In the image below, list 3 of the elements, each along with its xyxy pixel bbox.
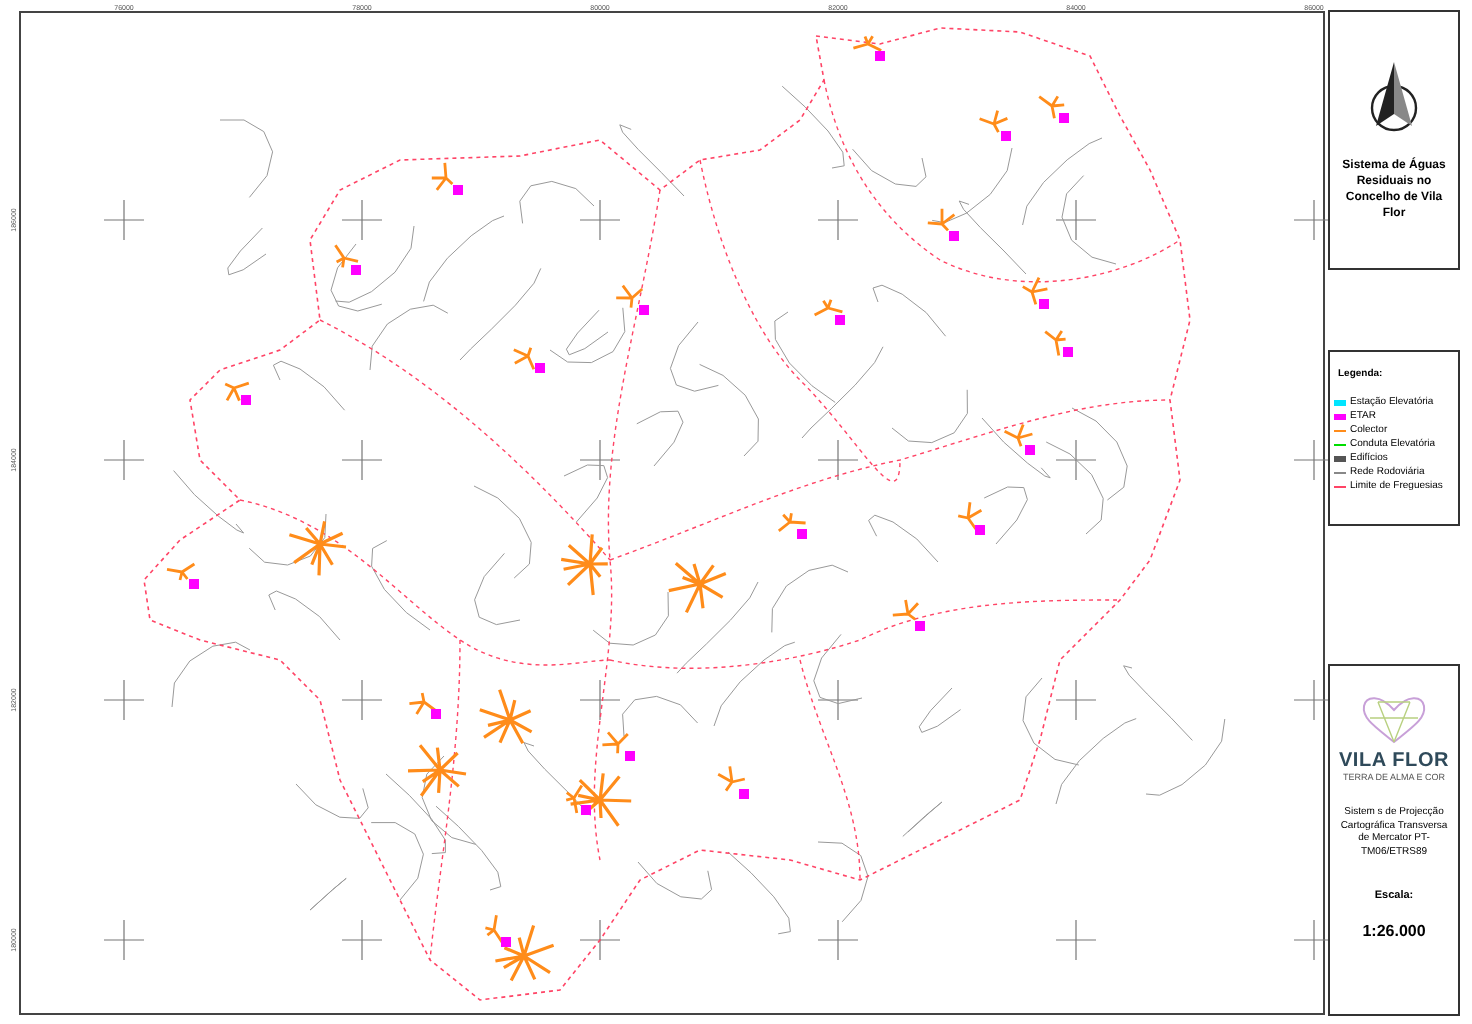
heart-logo-icon	[1358, 694, 1430, 746]
scale-value: 1:26.000	[1362, 922, 1426, 940]
logo-name: VILA FLOR	[1338, 750, 1450, 772]
